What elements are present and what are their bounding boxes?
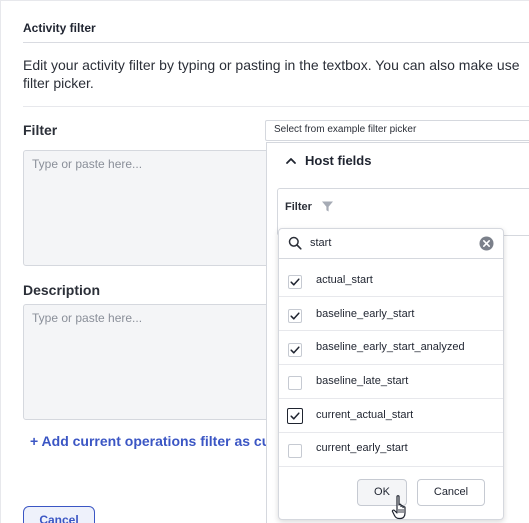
checkmark-icon bbox=[290, 278, 300, 286]
checkmark-icon bbox=[290, 312, 300, 320]
funnel-icon[interactable] bbox=[321, 200, 334, 213]
clear-icon[interactable] bbox=[479, 236, 494, 251]
description-label: Description bbox=[23, 282, 101, 298]
checkbox-current-early-start[interactable] bbox=[288, 444, 302, 458]
picker-cancel-button[interactable]: Cancel bbox=[417, 479, 485, 506]
description-divider bbox=[23, 106, 529, 107]
dialog-description: Edit your activity filter by typing or p… bbox=[23, 57, 520, 91]
add-operations-filter-link[interactable]: + Add current operations filter as cus bbox=[30, 433, 278, 449]
filter-textarea[interactable]: Type or paste here... bbox=[23, 150, 273, 266]
description-textarea[interactable]: Type or paste here... bbox=[23, 304, 273, 420]
option-label: actual_start bbox=[316, 274, 373, 286]
dialog-border-top bbox=[0, 0, 529, 1]
search-icon bbox=[288, 236, 302, 250]
host-fields-title[interactable]: Host fields bbox=[305, 153, 371, 168]
dialog-border-left bbox=[0, 0, 1, 523]
dialog-title: Activity filter bbox=[23, 21, 96, 35]
option-label: baseline_early_start_analyzed bbox=[316, 341, 465, 353]
filter-label: Filter bbox=[23, 122, 58, 138]
field-search-input[interactable]: start bbox=[310, 237, 331, 249]
chevron-up-icon[interactable] bbox=[284, 154, 298, 168]
example-filter-picker-select[interactable]: Select from example filter picker bbox=[265, 120, 529, 141]
checkbox-baseline-late-start[interactable] bbox=[288, 376, 302, 390]
field-option-actual-start[interactable] bbox=[279, 263, 503, 297]
option-label: baseline_late_start bbox=[316, 375, 409, 387]
checkmark-icon bbox=[290, 346, 300, 354]
hand-cursor-icon bbox=[391, 495, 406, 520]
cancel-button[interactable]: Cancel bbox=[23, 506, 95, 523]
option-label: current_early_start bbox=[316, 442, 408, 454]
host-fields-filter-label: Filter bbox=[285, 201, 312, 213]
option-label: baseline_early_start bbox=[316, 308, 415, 320]
checkmark-icon bbox=[290, 412, 300, 420]
title-divider bbox=[23, 42, 529, 43]
option-label: current_actual_start bbox=[316, 409, 414, 421]
